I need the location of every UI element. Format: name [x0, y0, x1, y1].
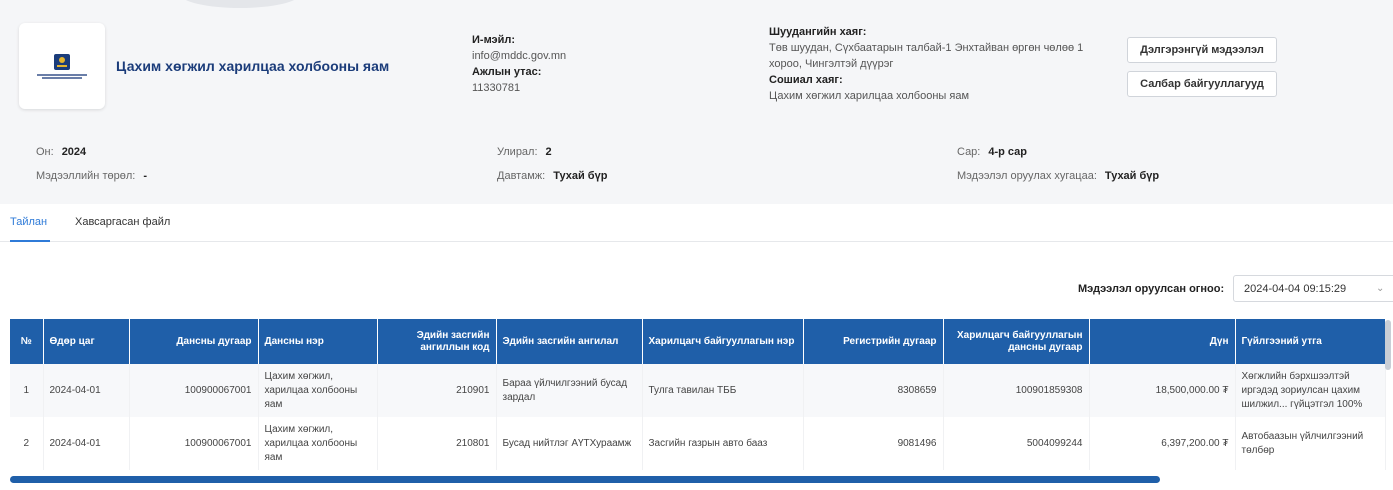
report-meta: Он: 2024 Мэдээллийн төрөл: - Улирал: 2 Давт…	[0, 130, 1393, 204]
org-logo	[19, 23, 105, 109]
cell-account-number: 100900067001	[129, 364, 259, 417]
phone-label: Ажлын утас:	[472, 66, 542, 78]
cell-partner-account: 5004099244	[943, 417, 1090, 470]
address-info: Шуудангийн хаяг: Төв шуудан, Сүхбаатарын…	[769, 24, 1119, 104]
entry-date-select[interactable]: 2024-04-04 09:15:29	[1233, 275, 1393, 302]
cell-econ-code: 210901	[377, 364, 497, 417]
cell-description: Автобаазын үйлчилгээний төлбөр	[1235, 417, 1386, 470]
tab-attachments[interactable]: Хавсаргасан файл	[75, 216, 170, 228]
cell-date: 2024-04-01	[43, 364, 130, 417]
table-row[interactable]: 2 2024-04-01 100900067001 Цахим хөгжил, …	[10, 417, 1386, 470]
cell-date: 2024-04-01	[43, 417, 130, 470]
org-name: Цахим хөгжил харилцаа холбооны яам	[116, 58, 390, 74]
cell-econ-category: Бусад нийтлэг АҮТХураамж	[496, 417, 643, 470]
chevron-down-icon[interactable]: ⌄	[1376, 283, 1384, 294]
col-header: Гүйлгээний утга	[1235, 319, 1386, 364]
table-header-row: № Өдөр цаг Дансны дугаар Дансны нэр Эдий…	[10, 319, 1386, 364]
cell-account-number: 100900067001	[129, 417, 259, 470]
details-button[interactable]: Дэлгэрэнгүй мэдээлэл	[1127, 37, 1277, 63]
org-header: Цахим хөгжил харилцаа холбооны яам И-мэй…	[0, 0, 1393, 130]
tab-report[interactable]: Тайлан	[10, 216, 47, 228]
cell-register-number: 8308659	[803, 364, 944, 417]
col-header: Дүн	[1089, 319, 1236, 364]
vertical-scrollbar[interactable]	[1385, 320, 1391, 370]
transactions-table: № Өдөр цаг Дансны дугаар Дансны нэр Эдий…	[10, 319, 1386, 470]
cell-econ-code: 210801	[377, 417, 497, 470]
cell-partner-name: Засгийн газрын авто бааз	[642, 417, 804, 470]
cell-partner-name: Тулга тавилан ТББ	[642, 364, 804, 417]
address-label: Шуудангийн хаяг:	[769, 26, 867, 38]
cell-description: Хөгжлийн бэрхшээлтэй иргэдэд зориулсан ц…	[1235, 364, 1386, 417]
cell-register-number: 9081496	[803, 417, 944, 470]
email-value: info@mddc.gov.mn	[472, 50, 567, 62]
col-header: Харилцагч байгууллагын дансны дугаар	[943, 319, 1090, 364]
cell-amount: 6,397,200.00 ₮	[1089, 417, 1236, 470]
email-label: И-мэйл:	[472, 34, 516, 46]
meta-month: Сар: 4-р сар	[957, 146, 1028, 158]
phone-value: 11330781	[472, 82, 521, 94]
social-value: Цахим хөгжил харилцаа холбооны яам	[769, 90, 970, 102]
transactions-table-container: № Өдөр цаг Дансны дугаар Дансны нэр Эдий…	[10, 319, 1393, 475]
meta-quarter: Улирал: 2	[497, 146, 552, 158]
cell-amount: 18,500,000.00 ₮	[1089, 364, 1236, 417]
address-value: Төв шуудан, Сүхбаатарын талбай-1 Энхтайв…	[769, 42, 1084, 70]
col-header: Эдийн засгийн ангиллын код	[377, 319, 497, 364]
col-header: Дансны дугаар	[129, 319, 259, 364]
meta-type: Мэдээллийн төрөл: -	[36, 170, 147, 182]
meta-deadline: Мэдээлэл оруулах хугацаа: Тухай бүр	[957, 170, 1160, 182]
meta-year: Он: 2024	[36, 146, 87, 158]
ministry-emblem-icon	[54, 53, 70, 70]
logo-text-line	[37, 73, 87, 76]
table-row[interactable]: 1 2024-04-01 100900067001 Цахим хөгжил, …	[10, 364, 1386, 417]
logo-text-line	[42, 76, 82, 79]
branches-button[interactable]: Салбар байгууллагууд	[1127, 71, 1277, 97]
contact-info: И-мэйл: info@mddc.gov.mn Ажлын утас: 113…	[472, 32, 566, 96]
entry-date-label: Мэдээлэл оруулсан огноо:	[1078, 283, 1225, 295]
col-header: Харилцагч байгууллагын нэр	[642, 319, 804, 364]
cell-econ-category: Бараа үйлчилгээний бусад зардал	[496, 364, 643, 417]
cell-index: 1	[10, 364, 44, 417]
cell-account-name: Цахим хөгжил, харилцаа холбооны яам	[258, 417, 378, 470]
active-tab-indicator	[10, 240, 50, 242]
col-header: Эдийн засгийн ангилал	[496, 319, 643, 364]
col-header: Өдөр цаг	[43, 319, 130, 364]
col-header: Регистрийн дугаар	[803, 319, 944, 364]
tab-bar: Тайлан Хавсаргасан файл	[0, 204, 1393, 242]
social-label: Сошиал хаяг:	[769, 74, 843, 86]
col-header: №	[10, 319, 44, 364]
cell-account-name: Цахим хөгжил, харилцаа холбооны яам	[258, 364, 378, 417]
horizontal-scrollbar[interactable]	[10, 476, 1160, 483]
cell-index: 2	[10, 417, 44, 470]
col-header: Дансны нэр	[258, 319, 378, 364]
decorative-shape	[180, 0, 300, 8]
cell-partner-account: 100901859308	[943, 364, 1090, 417]
meta-frequency: Давтамж: Тухай бүр	[497, 170, 608, 182]
